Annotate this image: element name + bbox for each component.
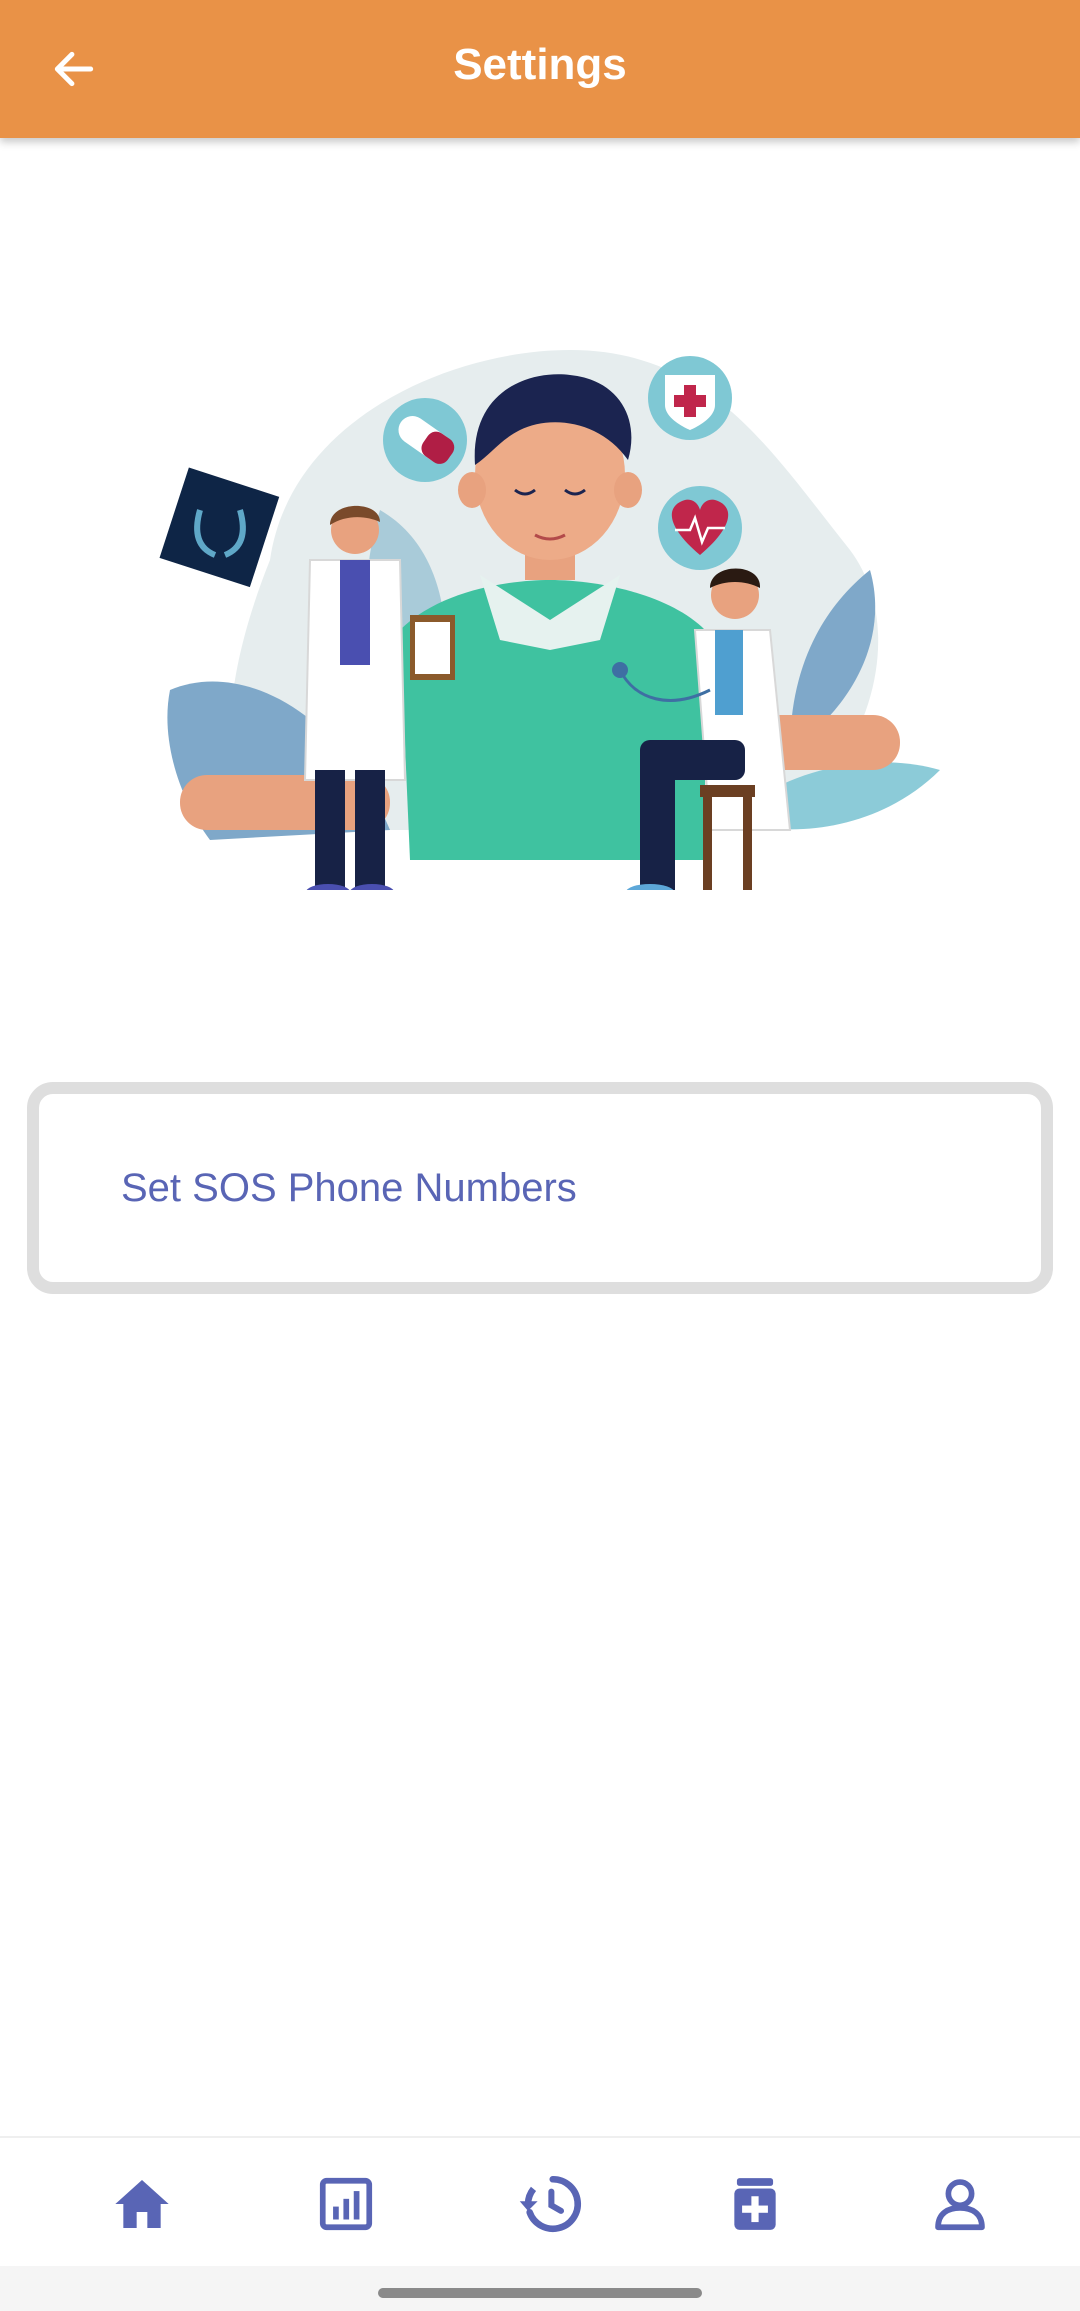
bottom-navigation [0,2136,1080,2266]
history-icon [519,2175,582,2232]
set-sos-phone-numbers-item[interactable]: Set SOS Phone Numbers [27,1082,1053,1294]
set-sos-phone-numbers-label: Set SOS Phone Numbers [121,1165,577,1210]
nav-profile[interactable] [920,2166,1000,2242]
medical-illustration [150,330,950,900]
bar-chart-icon [319,2177,373,2231]
nav-medicine[interactable] [715,2166,795,2242]
page-title: Settings [453,40,627,89]
nav-statistics[interactable] [306,2166,386,2242]
home-gesture-handle[interactable] [378,2288,702,2298]
medicine-box-icon [734,2178,776,2230]
profile-icon [935,2179,985,2231]
system-gesture-area [0,2266,1080,2311]
app-bar: Settings [0,0,1080,138]
nav-home[interactable] [102,2166,182,2242]
nav-history[interactable] [510,2166,590,2242]
home-icon [115,2180,169,2228]
